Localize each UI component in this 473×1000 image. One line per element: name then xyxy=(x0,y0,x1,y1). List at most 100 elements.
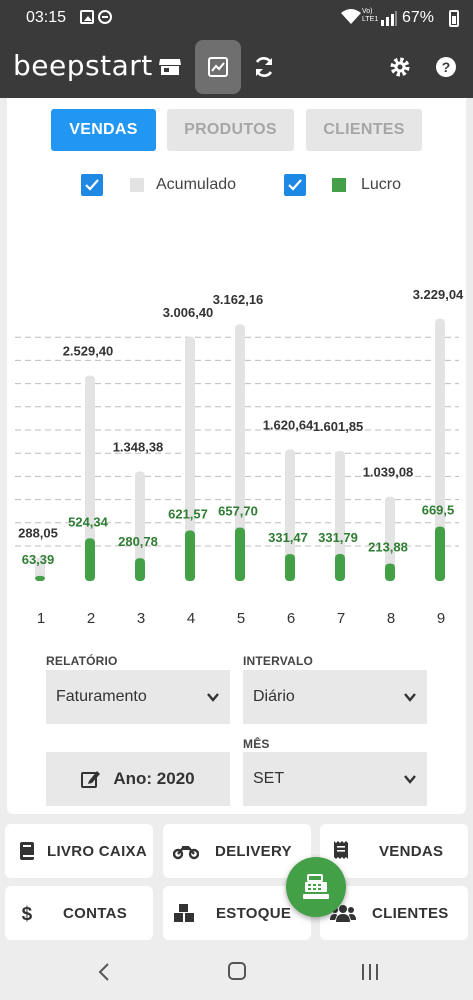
x-tick-label: 5 xyxy=(237,610,245,627)
label-lucro-2: 524,34 xyxy=(68,514,109,529)
back-icon[interactable] xyxy=(97,962,111,982)
chevron-down-icon xyxy=(404,693,416,702)
label-lucro-6: 331,47 xyxy=(268,530,308,545)
battery-icon xyxy=(449,10,459,27)
x-tick-label: 4 xyxy=(187,610,195,627)
x-tick-label: 7 xyxy=(337,610,345,627)
relatorio-label: RELATÓRIO xyxy=(46,654,118,668)
relatorio-value: Faturamento xyxy=(56,688,147,705)
label-lucro-5: 657,70 xyxy=(218,504,258,519)
lucro-label: Lucro xyxy=(361,176,402,193)
bar-lucro-7 xyxy=(335,554,345,581)
label-acumulado-5: 3.162,16 xyxy=(213,292,264,307)
intervalo-select[interactable]: Diário xyxy=(243,670,427,724)
boxes-icon xyxy=(174,904,194,922)
label-lucro-9: 669,5 xyxy=(422,503,455,518)
label-acumulado-6: 1.620,64 xyxy=(263,417,314,432)
dollar-icon: $ xyxy=(22,904,33,923)
year-button[interactable]: Ano: 2020 xyxy=(46,752,230,806)
x-tick-label: 8 xyxy=(387,610,395,627)
livro-caixa-button[interactable]: LIVRO CAIXA xyxy=(5,824,153,878)
label-acumulado-9: 3.229,04 xyxy=(413,287,464,302)
app-logo: beepstart xyxy=(13,49,153,82)
label-acumulado-4: 3.006,40 xyxy=(163,305,214,320)
gear-icon xyxy=(390,57,410,77)
chevron-down-icon xyxy=(207,693,219,702)
clientes-label: CLIENTES xyxy=(372,905,449,922)
home-icon[interactable] xyxy=(228,962,246,980)
intervalo-value: Diário xyxy=(253,688,295,705)
label-acumulado-1: 288,05 xyxy=(18,526,58,541)
lte-indicator: Vo) LTE1 xyxy=(362,8,379,23)
intervalo-label: INTERVALO xyxy=(243,654,314,668)
cash-register-fab[interactable] xyxy=(286,857,346,917)
x-tick-label: 2 xyxy=(87,610,95,627)
receipt-icon xyxy=(334,841,348,859)
reports-button[interactable] xyxy=(195,40,241,94)
tab-produtos[interactable]: PRODUTOS xyxy=(167,109,294,151)
label-acumulado-3: 1.348,38 xyxy=(113,439,164,454)
check-icon xyxy=(85,179,99,191)
label-acumulado-8: 1.039,08 xyxy=(363,465,414,480)
x-tick-label: 9 xyxy=(437,610,445,627)
bar-lucro-4 xyxy=(185,530,195,581)
sync-icon xyxy=(255,57,273,77)
sync-button[interactable] xyxy=(241,40,287,94)
status-bar: 03:15 Vo) LTE1 67% xyxy=(0,0,473,36)
acumulado-checkbox[interactable] xyxy=(81,174,103,196)
bar-lucro-2 xyxy=(85,538,95,581)
book-icon xyxy=(20,842,34,860)
help-icon: ? xyxy=(436,57,456,77)
legend-acumulado[interactable]: Acumulado xyxy=(81,174,251,198)
edit-icon xyxy=(81,771,101,788)
legend-lucro[interactable]: Lucro xyxy=(284,174,414,198)
acumulado-swatch xyxy=(130,178,144,192)
app-bar: beepstart ? xyxy=(0,36,473,98)
vendas-button[interactable]: VENDAS xyxy=(320,824,468,878)
estoque-label: ESTOQUE xyxy=(216,905,292,922)
motorcycle-icon xyxy=(173,846,199,860)
svg-text:?: ? xyxy=(442,59,451,75)
label-acumulado-2: 2.529,40 xyxy=(63,344,114,359)
delivery-button[interactable]: DELIVERY xyxy=(163,824,311,878)
bar-lucro-5 xyxy=(235,527,245,581)
check-icon xyxy=(288,179,302,191)
cash-register-icon xyxy=(303,874,329,899)
mes-label: MÊS xyxy=(243,737,270,751)
livro-caixa-label: LIVRO CAIXA xyxy=(47,843,147,860)
vendas-label: VENDAS xyxy=(379,843,444,860)
system-navigation-bar xyxy=(0,944,473,1000)
recent-apps-icon[interactable] xyxy=(360,962,380,982)
report-card: VENDAS PRODUTOS CLIENTES Acumulado Lucro… xyxy=(7,98,466,814)
label-lucro-3: 280,78 xyxy=(118,534,158,549)
bar-lucro-3 xyxy=(135,558,145,581)
battery-percent: 67% xyxy=(402,9,435,26)
x-tick-label: 1 xyxy=(37,610,45,627)
label-lucro-4: 621,57 xyxy=(168,507,208,522)
tab-clientes[interactable]: CLIENTES xyxy=(306,109,422,151)
gallery-icon xyxy=(80,10,94,24)
bar-lucro-8 xyxy=(385,563,395,581)
help-button[interactable]: ? xyxy=(423,40,469,94)
status-time: 03:15 xyxy=(26,9,67,26)
bar-lucro-6 xyxy=(285,554,295,581)
contas-button[interactable]: $ CONTAS xyxy=(5,886,153,940)
store-button[interactable] xyxy=(147,40,193,94)
label-lucro-8: 213,88 xyxy=(368,540,408,555)
year-label: Ano: 2020 xyxy=(113,769,195,788)
signal-icon xyxy=(381,11,397,26)
label-lucro-1: 63,39 xyxy=(22,552,55,567)
tab-vendas[interactable]: VENDAS xyxy=(51,109,156,151)
lucro-checkbox[interactable] xyxy=(284,174,306,196)
delivery-label: DELIVERY xyxy=(215,843,292,860)
wifi-icon xyxy=(341,9,361,24)
mes-select[interactable]: SET xyxy=(243,752,427,806)
bar-lucro-9 xyxy=(435,526,445,581)
bar-lucro-1 xyxy=(35,575,45,581)
do-not-disturb-icon xyxy=(98,10,112,24)
mes-value: SET xyxy=(253,770,285,787)
x-tick-label: 6 xyxy=(287,610,295,627)
settings-button[interactable] xyxy=(377,40,423,94)
acumulado-label: Acumulado xyxy=(156,176,237,193)
relatorio-select[interactable]: Faturamento xyxy=(46,670,230,724)
